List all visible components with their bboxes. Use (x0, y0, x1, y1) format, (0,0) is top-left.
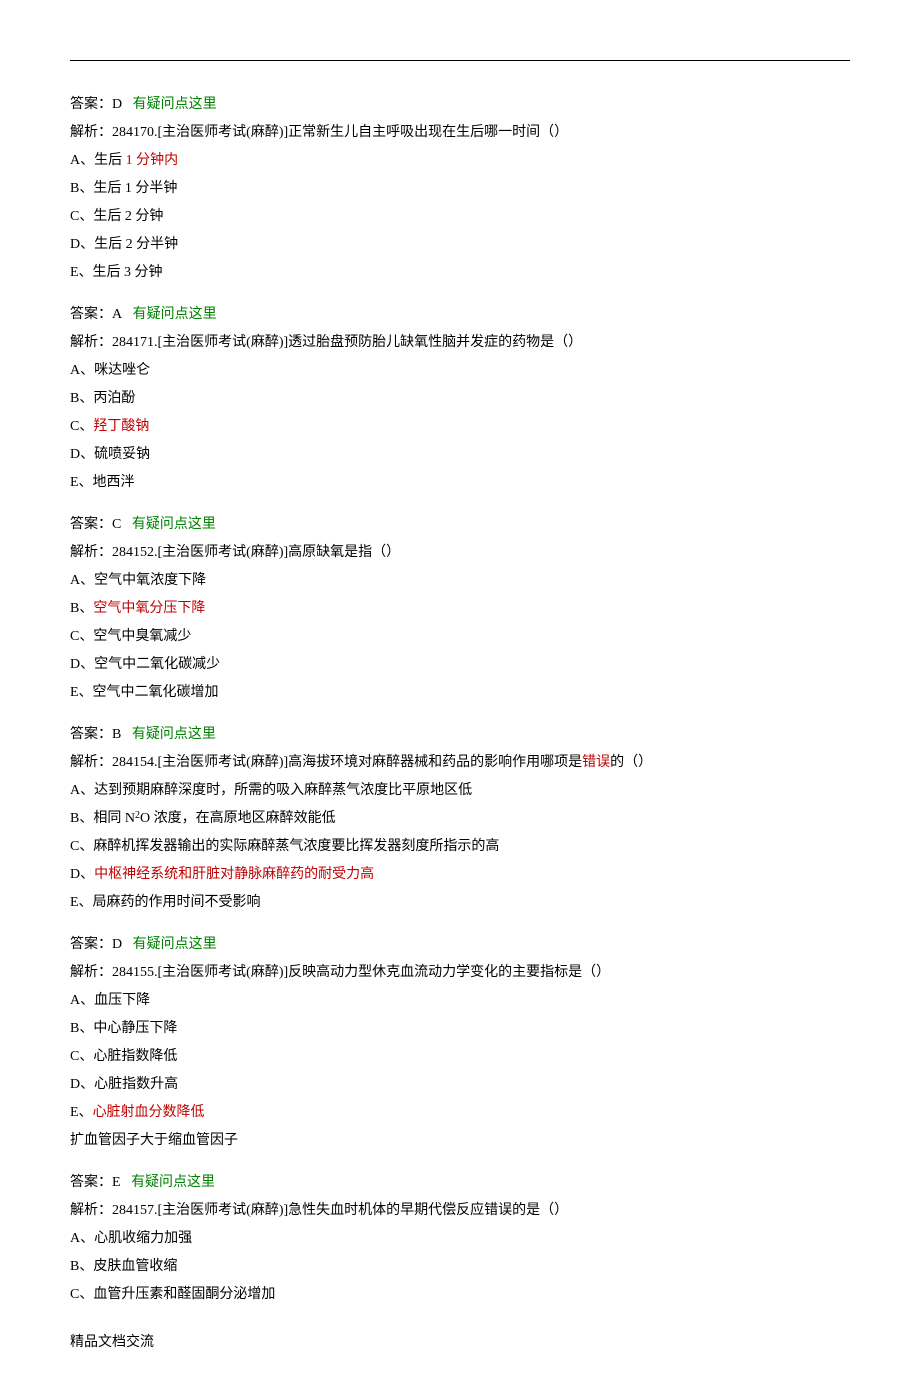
header-rule (70, 60, 850, 61)
question-stem: 解析：284154.[主治医师考试(麻醉)]高海拔环境对麻醉器械和药品的影响作用… (70, 749, 850, 777)
option-b: B、生后 1 分半钟 (70, 175, 850, 203)
question-block-4: 答案：B 有疑问点这里 解析：284154.[主治医师考试(麻醉)]高海拔环境对… (70, 721, 850, 917)
question-block-6: 答案：E 有疑问点这里 解析：284157.[主治医师考试(麻醉)]急性失血时机… (70, 1169, 850, 1309)
answer-label: 答案：D (70, 937, 122, 952)
option-c: C、血管升压素和醛固酮分泌增加 (70, 1281, 850, 1309)
option-e: E、空气中二氧化碳增加 (70, 679, 850, 707)
option-a: A、心肌收缩力加强 (70, 1225, 850, 1253)
question-link[interactable]: 有疑问点这里 (132, 727, 216, 742)
option-b: B、皮肤血管收缩 (70, 1253, 850, 1281)
option-c: C、生后 2 分钟 (70, 203, 850, 231)
question-stem: 解析：284170.[主治医师考试(麻醉)]正常新生儿自主呼吸出现在生后哪一时间… (70, 119, 850, 147)
option-b: B、相同 N2O 浓度，在高原地区麻醉效能低 (70, 805, 850, 833)
answer-line: 答案：A 有疑问点这里 (70, 301, 850, 329)
question-stem: 解析：284155.[主治医师考试(麻醉)]反映高动力型休克血流动力学变化的主要… (70, 959, 850, 987)
answer-line: 答案：D 有疑问点这里 (70, 91, 850, 119)
option-d: D、中枢神经系统和肝脏对静脉麻醉药的耐受力高 (70, 861, 850, 889)
answer-line: 答案：E 有疑问点这里 (70, 1169, 850, 1197)
option-c: C、羟丁酸钠 (70, 413, 850, 441)
option-e: E、心脏射血分数降低 (70, 1099, 850, 1127)
answer-label: 答案：C (70, 517, 121, 532)
answer-label: 答案：B (70, 727, 121, 742)
question-link[interactable]: 有疑问点这里 (133, 937, 217, 952)
option-a: A、咪达唑仑 (70, 357, 850, 385)
option-d: D、硫喷妥钠 (70, 441, 850, 469)
question-block-2: 答案：A 有疑问点这里 解析：284171.[主治医师考试(麻醉)]透过胎盘预防… (70, 301, 850, 497)
answer-line: 答案：D 有疑问点这里 (70, 931, 850, 959)
option-a: A、生后 1 分钟内 (70, 147, 850, 175)
question-link[interactable]: 有疑问点这里 (133, 307, 217, 322)
note-line: 扩血管因子大于缩血管因子 (70, 1127, 850, 1155)
question-link[interactable]: 有疑问点这里 (131, 1175, 215, 1190)
answer-label: 答案：A (70, 307, 122, 322)
question-stem: 解析：284152.[主治医师考试(麻醉)]高原缺氧是指（） (70, 539, 850, 567)
question-link[interactable]: 有疑问点这里 (132, 517, 216, 532)
question-link[interactable]: 有疑问点这里 (133, 97, 217, 112)
option-d: D、心脏指数升高 (70, 1071, 850, 1099)
option-a: A、空气中氧浓度下降 (70, 567, 850, 595)
option-b: B、丙泊酚 (70, 385, 850, 413)
answer-label: 答案：E (70, 1175, 121, 1190)
question-stem: 解析：284171.[主治医师考试(麻醉)]透过胎盘预防胎儿缺氧性脑并发症的药物… (70, 329, 850, 357)
question-stem: 解析：284157.[主治医师考试(麻醉)]急性失血时机体的早期代偿反应错误的是… (70, 1197, 850, 1225)
option-e: E、地西泮 (70, 469, 850, 497)
option-e: E、生后 3 分钟 (70, 259, 850, 287)
question-block-1: 答案：D 有疑问点这里 解析：284170.[主治医师考试(麻醉)]正常新生儿自… (70, 91, 850, 287)
option-c: C、心脏指数降低 (70, 1043, 850, 1071)
option-d: D、生后 2 分半钟 (70, 231, 850, 259)
answer-label: 答案：D (70, 97, 122, 112)
option-b: B、空气中氧分压下降 (70, 595, 850, 623)
option-b: B、中心静压下降 (70, 1015, 850, 1043)
option-c: C、麻醉机挥发器输出的实际麻醉蒸气浓度要比挥发器刻度所指示的高 (70, 833, 850, 861)
option-a: A、达到预期麻醉深度时，所需的吸入麻醉蒸气浓度比平原地区低 (70, 777, 850, 805)
option-a: A、血压下降 (70, 987, 850, 1015)
footer-text: 精品文档交流 (70, 1329, 850, 1357)
option-d: D、空气中二氧化碳减少 (70, 651, 850, 679)
question-block-3: 答案：C 有疑问点这里 解析：284152.[主治医师考试(麻醉)]高原缺氧是指… (70, 511, 850, 707)
answer-line: 答案：B 有疑问点这里 (70, 721, 850, 749)
option-c: C、空气中臭氧减少 (70, 623, 850, 651)
question-block-5: 答案：D 有疑问点这里 解析：284155.[主治医师考试(麻醉)]反映高动力型… (70, 931, 850, 1155)
option-e: E、局麻药的作用时间不受影响 (70, 889, 850, 917)
answer-line: 答案：C 有疑问点这里 (70, 511, 850, 539)
